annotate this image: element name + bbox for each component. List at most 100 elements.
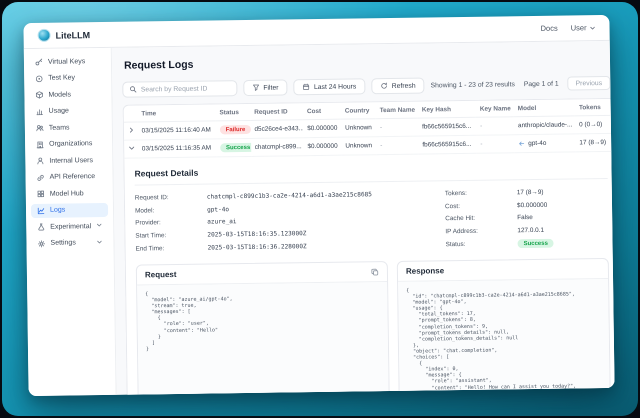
cell-model: anthropic/claude-... — [514, 116, 575, 135]
cell-cost: $0.000000 — [303, 119, 341, 138]
sidebar-item-label: Experimental — [50, 223, 91, 231]
sidebar-item-logs[interactable]: Logs — [31, 202, 108, 217]
sidebar-item-teams[interactable]: Teams — [30, 120, 107, 135]
sidebar-item-internal-users[interactable]: Internal Users — [30, 153, 107, 168]
toolbar: Filter Last 24 Hours Refresh Showing 1 -… — [122, 75, 610, 98]
test-key-icon — [35, 74, 43, 82]
models-icon — [35, 91, 43, 99]
sidebar-item-models[interactable]: Models — [29, 87, 106, 102]
user-menu[interactable]: User — [571, 23, 596, 32]
main-content: Request Logs Filter Last 24 Hours — [112, 41, 615, 395]
sidebar-item-label: Teams — [49, 124, 70, 131]
page-indicator: Page 1 of 1 — [524, 80, 559, 87]
filter-button[interactable]: Filter — [243, 79, 288, 96]
cell-time: 03/15/2025 11:16:35 AM — [138, 139, 216, 158]
provider-value: azure_ai — [207, 215, 435, 225]
sidebar-item-settings[interactable]: Settings — [31, 235, 108, 250]
usage-chart-icon — [36, 107, 44, 115]
expand-row-button[interactable] — [124, 122, 138, 140]
collapse-row-button[interactable] — [124, 140, 138, 158]
field-label: Cache Hit: — [445, 214, 507, 222]
sidebar-item-virtual-keys[interactable]: Virtual Keys — [29, 54, 106, 69]
column-header-request-id: Request ID — [250, 103, 303, 120]
column-header-cost: Cost — [303, 103, 341, 120]
column-header-team-name: Team Name — [376, 102, 418, 119]
column-header-tokens: Tokens — [575, 99, 613, 116]
cell-country: Unknown — [341, 137, 376, 155]
status-value: Success — [517, 238, 608, 248]
response-json: { "id": "chatcmpl-c899c1b3-ca2e-4214-a6d… — [406, 285, 602, 395]
search-box[interactable] — [122, 80, 237, 98]
field-label: Request ID: — [135, 194, 197, 202]
sidebar-item-label: Internal Users — [49, 157, 93, 165]
sidebar-item-organizations[interactable]: Organizations — [30, 136, 107, 151]
refresh-button-label: Refresh — [392, 82, 416, 89]
time-range-label: Last 24 Hours — [314, 83, 356, 91]
status-badge: Success — [517, 239, 553, 249]
column-header-model: Model — [514, 99, 575, 116]
teams-icon — [36, 124, 44, 132]
column-header-country: Country — [341, 102, 376, 119]
chevron-down-icon — [96, 239, 102, 247]
field-label: End Time: — [136, 245, 198, 253]
json-panels: Request { "model": "azure_ai/gpt-4o", "s… — [136, 258, 611, 395]
field-label: Cost: — [445, 202, 507, 210]
cell-key-hash: fb66c565915c6... — [418, 135, 476, 154]
ip-address-value: 127.0.0.1 — [517, 225, 608, 233]
litellm-logo-icon — [38, 29, 51, 42]
user-menu-label: User — [571, 23, 587, 32]
field-label: Provider: — [135, 219, 197, 227]
cache-hit-value: False — [517, 213, 608, 221]
search-input[interactable] — [141, 85, 230, 93]
request-json: { "model": "azure_ai/gpt-4o", "stream": … — [145, 288, 380, 352]
stage: LiteLLM Docs User Virtual Keys Test Ke — [0, 0, 640, 418]
copy-icon[interactable] — [371, 268, 379, 276]
key-icon — [35, 58, 43, 66]
time-range-button[interactable]: Last 24 Hours — [293, 78, 365, 95]
results-summary: Showing 1 - 23 of 23 results — [431, 81, 515, 89]
cell-team-name: - — [376, 136, 418, 155]
model-value: gpt-4o — [207, 203, 435, 213]
sidebar-item-api-reference[interactable]: API Reference — [30, 169, 107, 184]
field-label: IP Address: — [445, 227, 507, 235]
request-details-title: Request Details — [134, 162, 607, 186]
cell-model: gpt-4o — [514, 134, 575, 153]
sidebar-item-experimental[interactable]: Experimental — [31, 219, 108, 234]
field-label: Tokens: — [445, 189, 507, 197]
cell-country: Unknown — [341, 119, 376, 137]
column-header-status: Status — [215, 104, 250, 121]
page-title: Request Logs — [124, 53, 610, 72]
field-label: Model: — [135, 206, 197, 214]
column-header-time: Time — [137, 104, 215, 122]
logs-icon — [37, 206, 45, 214]
sidebar-item-model-hub[interactable]: Model Hub — [31, 186, 108, 201]
previous-page-button[interactable]: Previous — [568, 76, 611, 91]
sidebar: Virtual Keys Test Key Models Usage Teams — [24, 48, 117, 396]
cell-team-name: - — [376, 118, 418, 137]
sidebar-item-usage[interactable]: Usage — [30, 103, 107, 118]
sidebar-item-label: Models — [48, 91, 71, 98]
sidebar-item-label: Model Hub — [50, 190, 84, 197]
refresh-button[interactable]: Refresh — [371, 78, 425, 95]
sidebar-item-test-key[interactable]: Test Key — [29, 70, 106, 85]
api-reference-icon — [37, 173, 45, 181]
sidebar-item-label: Logs — [50, 207, 65, 214]
cell-tokens: 0 (0→0) — [575, 115, 613, 134]
request-json-body: { "model": "azure_ai/gpt-4o", "stream": … — [137, 282, 389, 395]
cell-request-id: d5c26ce4-e343... — [250, 120, 303, 139]
cell-cost: $0.000000 — [303, 137, 341, 156]
cell-key-name: - — [476, 135, 514, 154]
cell-key-hash: fb66c565915c6... — [418, 117, 476, 136]
app-window: LiteLLM Docs User Virtual Keys Test Ke — [23, 15, 614, 396]
sidebar-item-label: Organizations — [49, 140, 92, 148]
end-time-value: 2025-03-15T18:16:36.228000Z — [208, 241, 436, 251]
sidebar-item-label: Settings — [50, 239, 75, 246]
brand-name: LiteLLM — [56, 30, 91, 40]
model-name: gpt-4o — [528, 140, 546, 147]
chevron-down-icon — [590, 25, 596, 31]
organizations-icon — [36, 140, 44, 148]
column-header-key-name: Key Name — [476, 100, 514, 117]
logs-card: Time Status Request ID Cost Country Team… — [123, 98, 615, 395]
sidebar-item-label: API Reference — [50, 173, 96, 181]
docs-link[interactable]: Docs — [541, 24, 558, 33]
